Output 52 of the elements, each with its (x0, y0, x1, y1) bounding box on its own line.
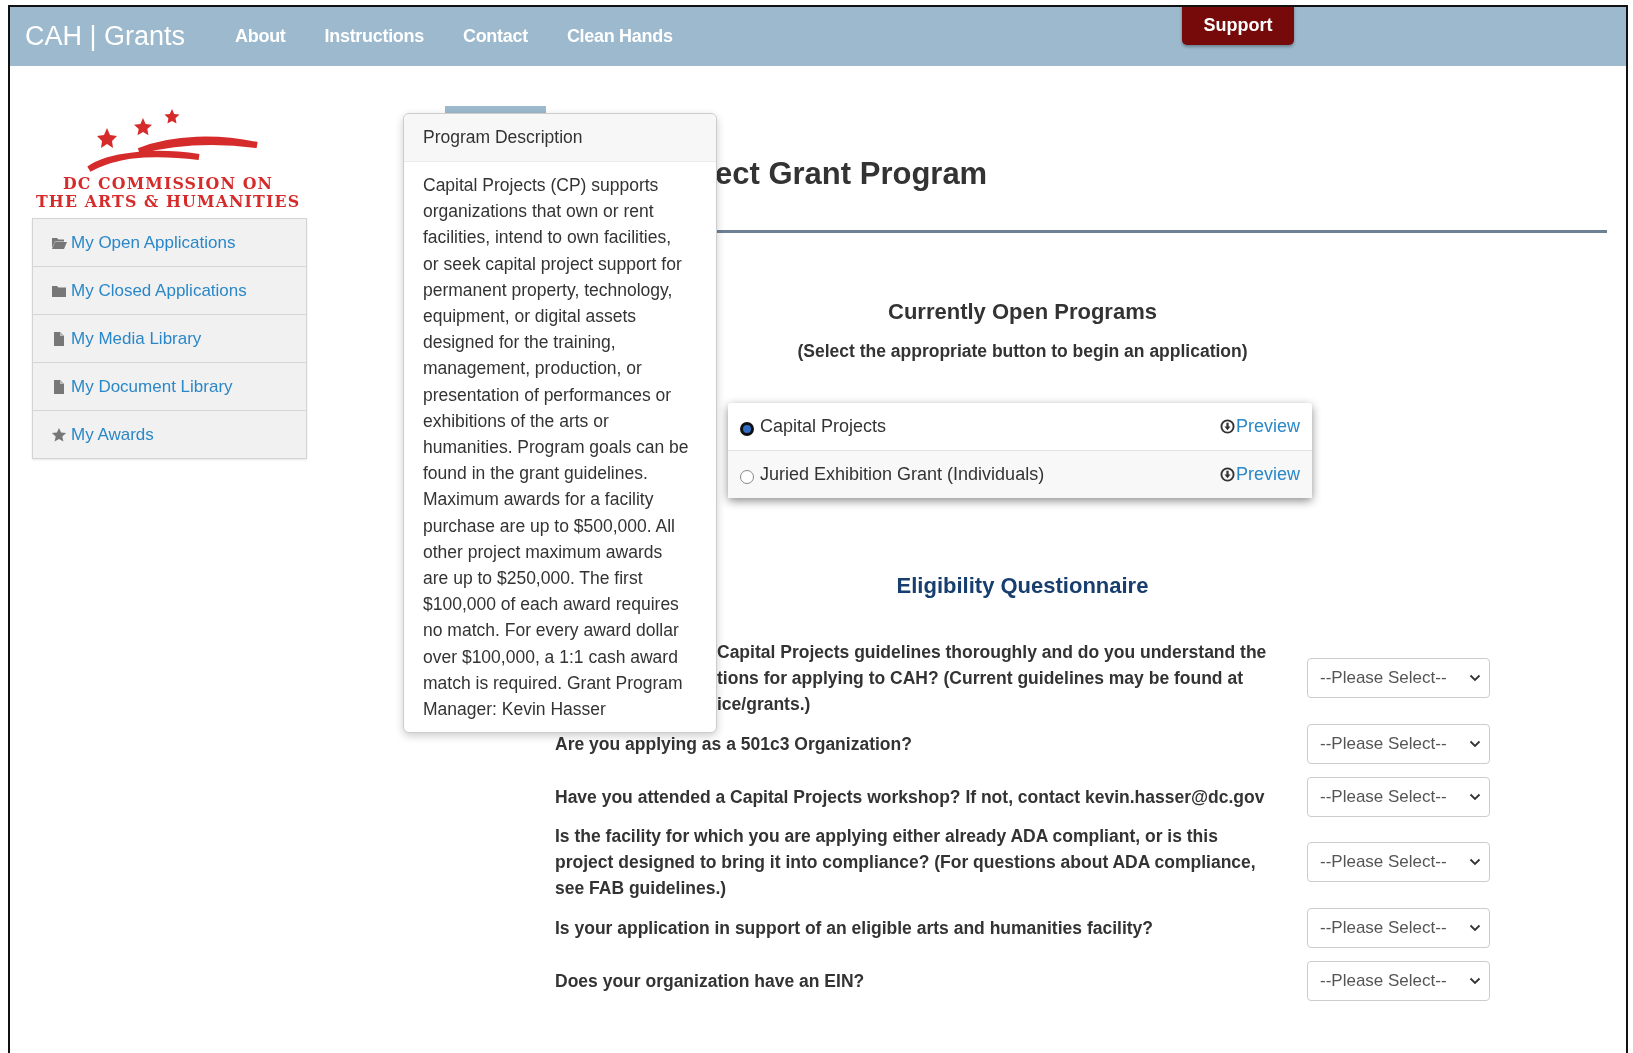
preview-link[interactable]: Preview (1219, 464, 1300, 485)
popover-text: Capital Projects (CP) supports organizations that own or rent facilities, intend to own facilities, or seek capital project support for permanent property, technology, equipment, or digital assets designed for the training, management, production, or presentation of performances or exhibitions of the arts or humanities. Program goals can be found in the grant guidelines. Maximum awards for a facility purchase are up to $500,000. All other project maximum awards are up to $250,000. The first $100,000 of each award requires no match. For every award dollar over $100,000, a 1:1 cash award match is required. Grant Program Manager: Kevin Hasser (422, 174, 690, 722)
select-field[interactable]: --Please Select-- (1307, 907, 1490, 948)
sidebar-link[interactable]: My Awards (33, 410, 306, 458)
logo-text: DC COMMISSION ON (63, 174, 274, 192)
section-heading: Eligibility Questionnaire (896, 573, 1149, 599)
question-text: Is your application in support of an eligible arts and humanities facility? (555, 916, 1153, 940)
brand-title[interactable]: CAH | Grants (25, 21, 186, 52)
program-name: Capital Projects (760, 416, 888, 437)
select-field[interactable]: --Please Select-- (1307, 960, 1490, 1001)
download-icon (1219, 467, 1235, 482)
nav-link[interactable]: About (235, 26, 286, 47)
chevron-down-icon (1469, 976, 1481, 985)
question-text: see FAB guidelines.) (555, 877, 728, 900)
chevron-down-icon (1469, 792, 1481, 801)
select-field[interactable]: --Please Select-- (1307, 776, 1490, 817)
question-text: Is the facility for which you are applying either already ADA compliant, or is this (555, 825, 1219, 848)
sidebar-link[interactable]: My Document Library (33, 362, 306, 410)
radio-button[interactable] (740, 469, 754, 484)
question-text: Are you applying as a 501c3 Organization? (555, 732, 912, 756)
select-field[interactable]: --Please Select-- (1307, 658, 1490, 698)
question-text: Capital Projects guidelines thoroughly and do you understand the (717, 641, 1267, 664)
logo-text: THE ARTS & HUMANITIES (36, 192, 301, 210)
chevron-down-icon (1469, 923, 1481, 932)
question-text: Does your organization have an EIN? (555, 969, 865, 993)
nav-link[interactable]: Contact (462, 26, 528, 47)
star-icon (51, 426, 67, 443)
question-text: project designed to bring it into compliance? (For questions about ADA compliance, (555, 851, 1256, 874)
select-field[interactable]: --Please Select-- (1307, 723, 1490, 764)
select-field[interactable]: --Please Select-- (1307, 842, 1490, 882)
download-icon (1219, 419, 1235, 434)
chevron-down-icon (1469, 858, 1481, 866)
section-subheading: (Select the appropriate button to begin an application) (797, 341, 1248, 362)
program-name: Juried Exhibition Grant (Individuals) (760, 464, 1046, 485)
nav-link[interactable]: Instructions (324, 26, 424, 47)
support-button[interactable]: Support (1182, 7, 1294, 45)
chevron-down-icon (1469, 674, 1481, 682)
sidebar-link[interactable]: My Open Applications (33, 219, 306, 266)
section-heading: Currently Open Programs (888, 299, 1157, 325)
file-icon (51, 330, 67, 347)
radio-button[interactable] (740, 421, 754, 436)
sidebar-link[interactable]: My Closed Applications (33, 266, 306, 314)
sidebar-link[interactable]: My Media Library (33, 314, 306, 362)
question-text: tions for applying to CAH? (Current guidelines may be found at (717, 667, 1244, 690)
preview-link[interactable]: Preview (1219, 416, 1300, 437)
nav-link[interactable]: Clean Hands (566, 26, 673, 47)
file-icon (51, 378, 67, 395)
question-text: Have you attended a Capital Projects workshop? If not, contact kevin.hasser@dc.gov (555, 785, 1265, 809)
popover-title: Program Description (404, 114, 716, 162)
chevron-down-icon (1469, 739, 1481, 748)
question-text: ice/grants.) (717, 693, 812, 716)
page-title: ect Grant Program (715, 156, 988, 192)
